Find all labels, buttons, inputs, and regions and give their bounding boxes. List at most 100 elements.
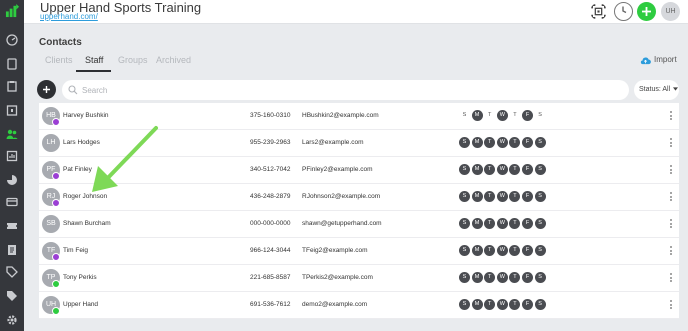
qr-scan-icon[interactable] — [590, 3, 607, 20]
active-tab-indicator — [76, 70, 111, 72]
business-url-link[interactable]: upperhand.com/ — [40, 12, 98, 21]
day-indicator: F — [522, 272, 533, 283]
day-indicator: T — [484, 245, 496, 256]
day-indicator: F — [522, 137, 533, 148]
row-menu-icon[interactable] — [669, 300, 673, 311]
contacts-icon[interactable] — [6, 128, 18, 140]
staff-row[interactable]: TP Tony Perkis 221-685-8587 TPerkis2@exampl… — [39, 265, 679, 292]
row-menu-icon[interactable] — [669, 219, 673, 230]
day-indicator: T — [509, 299, 521, 310]
staff-phone: 221-685-8587 — [250, 274, 291, 281]
staff-phone: 436-248-2879 — [250, 193, 291, 200]
status-filter-label: Status: All — [639, 86, 671, 93]
staff-email[interactable]: PFinley2@example.com — [302, 166, 373, 173]
cloud-upload-icon[interactable] — [640, 56, 651, 65]
staff-email[interactable]: demo2@example.com — [302, 301, 367, 308]
staff-phone: 966-124-3044 — [250, 247, 291, 254]
import-button[interactable]: Import — [654, 55, 677, 64]
status-badge-icon — [52, 118, 60, 126]
day-indicator: W — [496, 137, 508, 148]
staff-email[interactable]: TFeig2@example.com — [302, 247, 367, 254]
day-indicator: S — [459, 299, 470, 310]
day-indicator: F — [522, 245, 533, 256]
staff-email[interactable]: RJohnson2@example.com — [302, 193, 380, 200]
tab-clients[interactable]: Clients — [45, 55, 73, 65]
staff-name: Roger Johnson — [63, 193, 108, 200]
staff-avatar: LH — [42, 134, 60, 152]
day-indicator: T — [484, 137, 496, 148]
status-badge-icon — [52, 280, 60, 288]
pie-chart-icon[interactable] — [6, 174, 18, 186]
calendar-icon[interactable] — [6, 104, 18, 116]
tags-icon[interactable] — [6, 290, 18, 302]
day-indicator: T — [484, 218, 496, 229]
status-badge-icon — [52, 172, 60, 180]
staff-row[interactable]: UH Upper Hand 691-536-7612 demo2@example.co… — [39, 292, 679, 319]
staff-row[interactable]: RJ Roger Johnson 436-248-2879 RJohnson2@exa… — [39, 184, 679, 211]
staff-avatar: SB — [42, 215, 60, 233]
sidebar — [0, 0, 24, 331]
staff-name: Pat Finley — [63, 166, 92, 173]
staff-email[interactable]: shawn@getupperhand.com — [302, 220, 382, 227]
staff-row[interactable]: TF Tim Feig 966-124-3044 TFeig2@example.com… — [39, 238, 679, 265]
row-menu-icon[interactable] — [669, 165, 673, 176]
settings-icon[interactable] — [6, 314, 18, 326]
staff-name: Tim Feig — [63, 247, 89, 254]
day-indicator: F — [522, 164, 533, 175]
day-indicator: T — [509, 272, 521, 283]
tag-icon[interactable] — [6, 266, 18, 278]
day-indicator: S — [459, 245, 470, 256]
day-indicator: T — [484, 299, 496, 310]
row-menu-icon[interactable] — [669, 273, 673, 284]
staff-phone: 955-239-2963 — [250, 139, 291, 146]
day-indicator: M — [471, 218, 483, 229]
dashboard-icon[interactable] — [6, 34, 18, 46]
staff-row[interactable]: SB Shawn Burcham 000-000-0000 shawn@getuppe… — [39, 211, 679, 238]
upper-hand-logo-icon[interactable] — [5, 3, 20, 18]
staff-phone: 340-512-7042 — [250, 166, 291, 173]
row-menu-icon[interactable] — [669, 192, 673, 203]
day-indicator: W — [496, 272, 508, 283]
day-indicator: W — [496, 164, 508, 175]
row-menu-icon[interactable] — [669, 138, 673, 149]
staff-row[interactable]: PF Pat Finley 340-512-7042 PFinley2@example… — [39, 157, 679, 184]
day-indicator: W — [496, 299, 508, 310]
tab-archived[interactable]: Archived — [156, 55, 191, 65]
book-icon[interactable] — [6, 58, 18, 70]
day-indicator: T — [484, 272, 496, 283]
tab-groups[interactable]: Groups — [118, 55, 148, 65]
search-input[interactable] — [82, 83, 612, 97]
day-indicator: S — [459, 272, 470, 283]
tab-staff[interactable]: Staff — [85, 55, 103, 65]
staff-phone: 375-160-0310 — [250, 112, 291, 119]
reports-icon[interactable] — [6, 150, 18, 162]
row-menu-icon[interactable] — [669, 246, 673, 257]
quick-add-button[interactable] — [637, 2, 656, 21]
status-filter-dropdown[interactable]: Status: All — [634, 80, 679, 100]
staff-row[interactable]: LH Lars Hodges 955-239-2963 Lars2@example.c… — [39, 130, 679, 157]
day-indicator: F — [522, 218, 533, 229]
staff-email[interactable]: HBushkin2@example.com — [302, 112, 379, 119]
clipboard-icon[interactable] — [6, 80, 18, 92]
invoice-icon[interactable] — [6, 244, 18, 256]
day-indicator: S — [459, 191, 470, 202]
day-indicator: T — [509, 245, 521, 256]
staff-email[interactable]: Lars2@example.com — [302, 139, 364, 146]
staff-name: Shawn Burcham — [63, 220, 111, 227]
card-icon[interactable] — [6, 196, 18, 208]
ticket-icon[interactable] — [6, 220, 18, 232]
time-clock-button[interactable] — [614, 2, 633, 21]
row-menu-icon[interactable] — [669, 111, 673, 122]
add-contact-button[interactable] — [37, 80, 56, 99]
staff-email[interactable]: TPerkis2@example.com — [302, 274, 373, 281]
chevron-down-icon — [673, 87, 679, 91]
user-avatar[interactable]: UH — [661, 2, 680, 21]
staff-name: Tony Perkis — [63, 274, 97, 281]
staff-row[interactable]: HB Harvey Bushkin 375-160-0310 HBushkin2@ex… — [39, 103, 679, 130]
day-indicator: W — [496, 218, 508, 229]
day-indicator: T — [509, 218, 521, 229]
staff-phone: 000-000-0000 — [250, 220, 291, 227]
plus-icon — [642, 7, 651, 16]
day-indicator: T — [513, 112, 517, 118]
status-badge-icon — [52, 307, 60, 315]
